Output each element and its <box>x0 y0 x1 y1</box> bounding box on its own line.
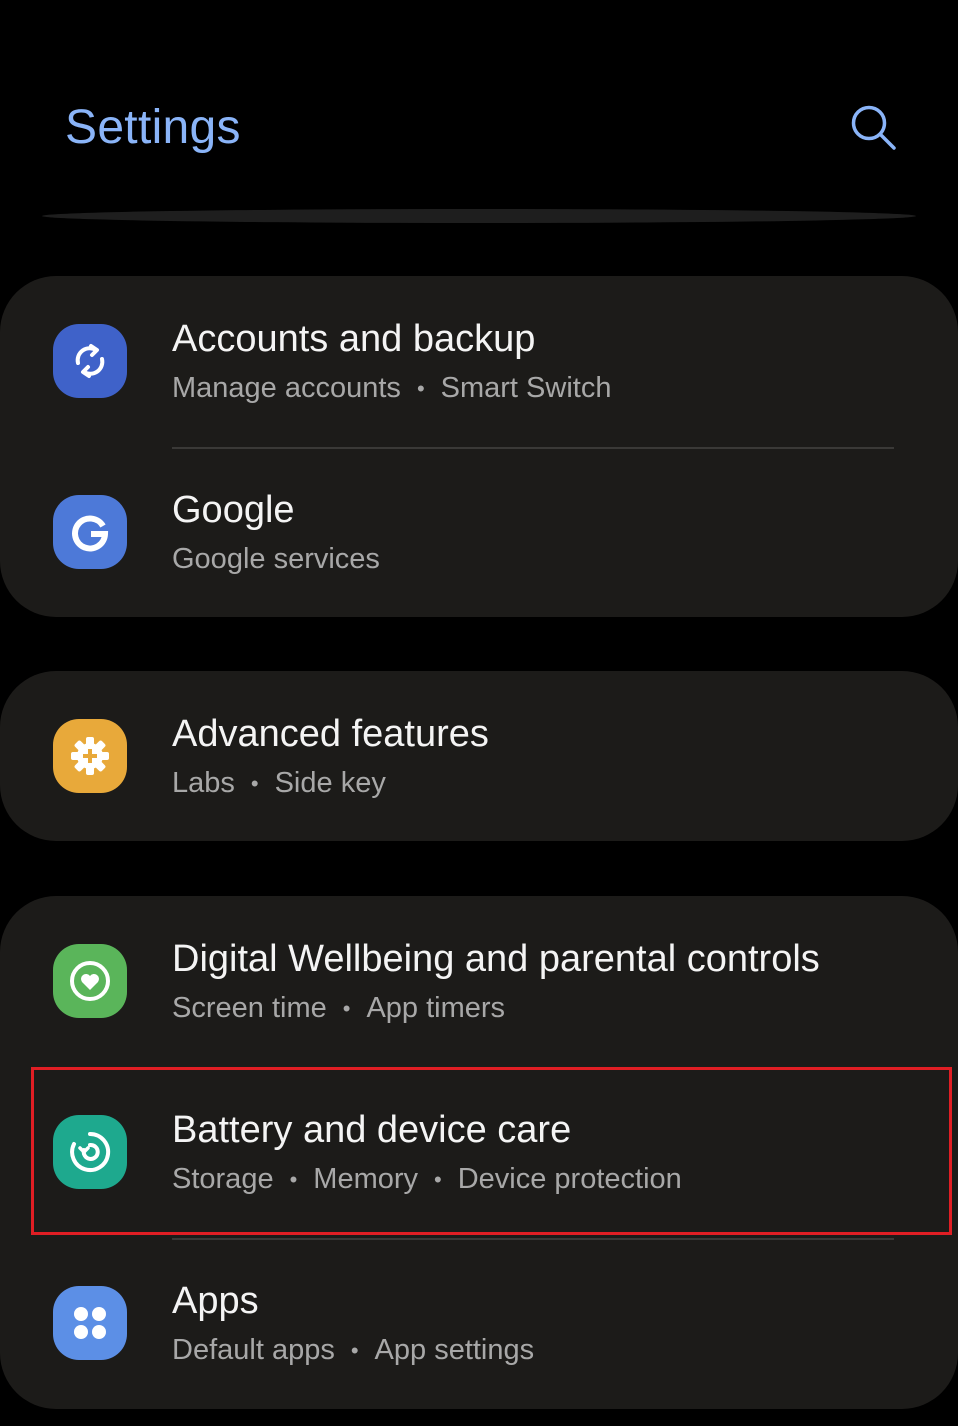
subtitle-item: App settings <box>374 1334 535 1366</box>
sync-icon <box>53 324 127 398</box>
subtitle-item: Google services <box>172 543 380 575</box>
setting-subtitle: Default apps • App settings <box>172 1332 534 1369</box>
separator-dot: • <box>289 1167 298 1193</box>
settings-group-device: Digital Wellbeing and parental controls … <box>0 896 958 1409</box>
setting-google[interactable]: Google Google services <box>0 447 958 618</box>
google-icon <box>53 495 127 569</box>
setting-subtitle: Storage • Memory • Device protection <box>172 1161 682 1198</box>
subtitle-item: Memory <box>313 1163 419 1195</box>
separator-dot: • <box>434 1167 442 1193</box>
page-title: Settings <box>65 101 241 154</box>
subtitle-item: Storage <box>172 1163 274 1195</box>
setting-apps[interactable]: Apps Default apps • App settings <box>0 1238 958 1409</box>
setting-title: Battery and device care <box>172 1109 572 1151</box>
subtitle-item: Manage accounts <box>172 372 401 404</box>
subtitle-item: Screen time <box>172 992 327 1024</box>
subtitle-item: App timers <box>366 992 506 1024</box>
setting-subtitle: Screen time • App timers <box>172 990 505 1027</box>
setting-accounts-and-backup[interactable]: Accounts and backup Manage accounts • Smar… <box>0 276 958 447</box>
setting-digital-wellbeing[interactable]: Digital Wellbeing and parental controls … <box>0 896 958 1067</box>
scroll-shadow <box>42 209 916 223</box>
setting-title: Accounts and backup <box>172 318 536 360</box>
settings-group-advanced: Advanced features Labs • Side key <box>0 671 958 841</box>
setting-title: Advanced features <box>172 713 489 755</box>
setting-subtitle: Manage accounts • Smart Switch <box>172 370 611 407</box>
subtitle-item: Default apps <box>172 1334 335 1366</box>
apps-grid-icon <box>53 1286 127 1360</box>
setting-subtitle: Labs • Side key <box>172 765 386 802</box>
settings-group-accounts: Accounts and backup Manage accounts • Smar… <box>0 276 958 617</box>
gear-plus-icon <box>53 719 127 793</box>
search-button[interactable] <box>838 92 910 164</box>
separator-dot: • <box>250 771 259 797</box>
separator-dot: • <box>350 1338 359 1364</box>
setting-title: Digital Wellbeing and parental controls <box>172 938 820 980</box>
setting-advanced-features[interactable]: Advanced features Labs • Side key <box>0 671 958 842</box>
app-header: Settings <box>0 0 958 200</box>
wellbeing-icon <box>53 944 127 1018</box>
setting-title: Google <box>172 489 295 531</box>
separator-dot: • <box>342 996 351 1022</box>
separator-dot: • <box>416 376 425 402</box>
setting-subtitle: Google services <box>172 541 380 577</box>
search-icon <box>851 105 896 150</box>
subtitle-item: Side key <box>274 767 386 799</box>
setting-title: Apps <box>172 1280 259 1322</box>
subtitle-item: Smart Switch <box>440 372 612 404</box>
device-care-icon <box>53 1115 127 1189</box>
setting-battery-and-device-care[interactable]: Battery and device care Storage • Memory • D… <box>0 1067 958 1238</box>
subtitle-item: Labs <box>172 767 235 799</box>
subtitle-item: Device protection <box>457 1163 682 1195</box>
